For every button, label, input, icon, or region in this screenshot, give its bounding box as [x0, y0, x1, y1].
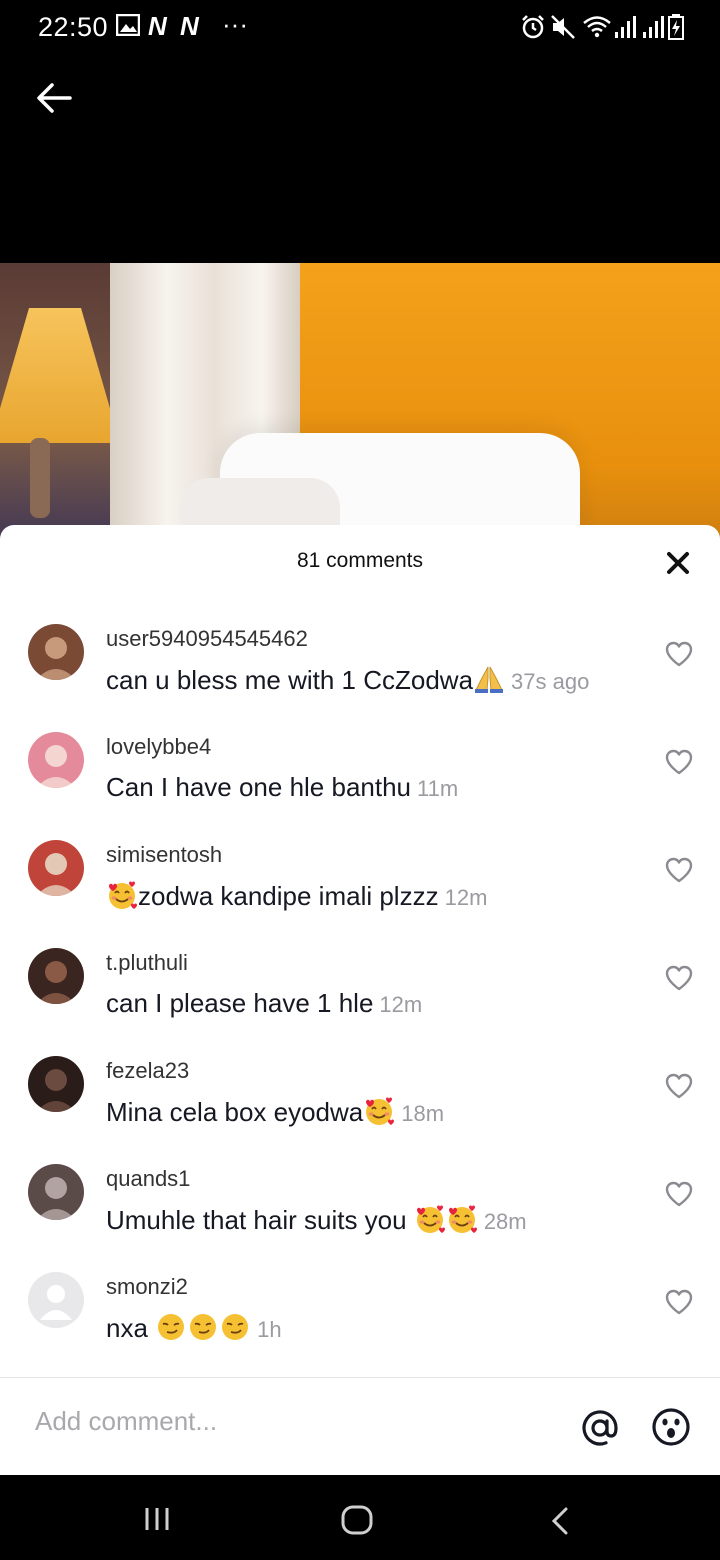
comment-item[interactable]: user5940954545462 can u bless me with 1 C…	[0, 610, 720, 710]
home-button[interactable]	[340, 1504, 374, 1541]
avatar[interactable]	[28, 1272, 84, 1328]
status-time: 22:50	[38, 12, 109, 42]
comment-body: Mina cela box eyodwa	[106, 1097, 364, 1127]
comment-item[interactable]: simisentosh zodwa kandipe imali plzzz 12m	[0, 826, 720, 926]
comment-time: 12m	[444, 885, 488, 910]
back-button[interactable]	[30, 74, 80, 124]
video-frame[interactable]	[0, 263, 720, 553]
status-bar: 22:50 N N ···	[0, 0, 720, 56]
battery-charging-icon	[668, 14, 684, 47]
heart-icon[interactable]	[664, 1288, 694, 1316]
heart-icon[interactable]	[664, 1180, 694, 1208]
avatar[interactable]	[28, 1164, 84, 1220]
avatar[interactable]	[28, 624, 84, 680]
system-nav-bar	[0, 1476, 720, 1560]
comment-username[interactable]: quands1	[106, 1166, 190, 1192]
home-icon	[341, 1505, 373, 1535]
smiling-face-with-hearts-emoji-icon	[414, 1204, 446, 1234]
comment-text: Can I have one hle banthu 11m	[106, 772, 458, 803]
comment-body: can I please have 1 hle	[106, 988, 374, 1018]
comment-username[interactable]: lovelybbe4	[106, 734, 211, 760]
comment-time: 1h	[257, 1317, 282, 1342]
comment-body: Can I have one hle banthu	[106, 772, 412, 802]
heart-icon[interactable]	[664, 964, 694, 992]
smiling-face-with-hearts-emoji-icon	[363, 1096, 395, 1126]
recents-button[interactable]	[142, 1506, 172, 1537]
n-icon: N	[180, 11, 199, 41]
comment-time: 18m	[401, 1101, 445, 1126]
comment-username[interactable]: smonzi2	[106, 1274, 188, 1300]
video-lamp-base	[30, 438, 50, 518]
comment-bar	[0, 1377, 720, 1475]
smiling-face-with-hearts-emoji-icon	[106, 880, 138, 910]
comment-username[interactable]: fezela23	[106, 1058, 189, 1084]
comment-text: Umuhle that hair suits you 28m	[106, 1204, 527, 1236]
comment-item[interactable]: fezela23 Mina cela box eyodwa 18m	[0, 1042, 720, 1142]
comment-text: Mina cela box eyodwa 18m	[106, 1096, 444, 1128]
smirking-face-emoji-icon	[155, 1312, 187, 1342]
more-dots-icon: ···	[222, 9, 248, 39]
avatar[interactable]	[28, 948, 84, 1004]
avatar[interactable]	[28, 1056, 84, 1112]
mute-icon	[550, 14, 576, 47]
comment-text: nxa 1h	[106, 1312, 282, 1344]
comment-username[interactable]: simisentosh	[106, 842, 222, 868]
comment-username[interactable]: user5940954545462	[106, 626, 308, 652]
close-button[interactable]	[660, 545, 696, 581]
comment-text: zodwa kandipe imali plzzz 12m	[106, 880, 487, 912]
comment-body: zodwa kandipe imali plzzz	[138, 881, 439, 911]
comments-count: 81 comments	[296, 549, 424, 572]
heart-icon[interactable]	[664, 856, 694, 884]
comment-time: 12m	[379, 992, 423, 1017]
comment-item[interactable]: lovelybbe4 Can I have one hle banthu 11m	[0, 718, 720, 818]
image-icon	[115, 13, 141, 43]
back-chevron-icon	[551, 1507, 568, 1535]
comment-sheet: 81 comments user5940954545462 can u bless…	[0, 525, 720, 1475]
heart-icon[interactable]	[664, 748, 694, 776]
signal-icon	[642, 14, 664, 47]
comment-body: Umuhle that hair suits you	[106, 1205, 414, 1235]
comment-body: can u bless me with 1 CcZodwa	[106, 665, 474, 695]
comment-list[interactable]: user5940954545462 can u bless me with 1 C…	[0, 610, 720, 1377]
mention-button[interactable]	[580, 1408, 620, 1448]
avatar[interactable]	[28, 840, 84, 896]
system-back-button[interactable]	[548, 1506, 572, 1541]
heart-icon[interactable]	[664, 1072, 694, 1100]
n-icon: N	[148, 11, 167, 41]
folded-hands-emoji-icon	[473, 664, 505, 694]
heart-icon[interactable]	[664, 640, 694, 668]
recents-icon	[145, 1508, 169, 1530]
comment-username[interactable]: t.pluthuli	[106, 950, 188, 976]
smiling-face-with-hearts-emoji-icon	[446, 1204, 478, 1234]
alarm-icon	[520, 14, 546, 47]
arrow-left-icon	[37, 83, 72, 113]
wifi-icon	[582, 14, 612, 47]
smirking-face-emoji-icon	[187, 1312, 219, 1342]
smirking-face-emoji-icon	[219, 1312, 251, 1342]
comment-item[interactable]: quands1 Umuhle that hair suits you 28m	[0, 1150, 720, 1250]
emoji-icon	[652, 1408, 690, 1446]
comment-time: 11m	[417, 776, 459, 801]
avatar[interactable]	[28, 732, 84, 788]
comment-input[interactable]	[35, 1406, 555, 1437]
close-icon	[667, 552, 689, 574]
comment-item[interactable]: t.pluthuli can I please have 1 hle 12m	[0, 934, 720, 1034]
comment-text: can u bless me with 1 CcZodwa 37s ago	[106, 664, 589, 696]
emoji-button[interactable]	[650, 1406, 692, 1448]
at-icon	[582, 1410, 618, 1446]
comment-item[interactable]: smonzi2 nxa 1h	[0, 1258, 720, 1358]
comment-time: 28m	[483, 1209, 527, 1234]
comment-time: 37s ago	[511, 669, 590, 694]
comment-body: nxa	[106, 1313, 156, 1343]
comment-text: can I please have 1 hle 12m	[106, 988, 422, 1019]
signal-icon	[614, 14, 636, 47]
